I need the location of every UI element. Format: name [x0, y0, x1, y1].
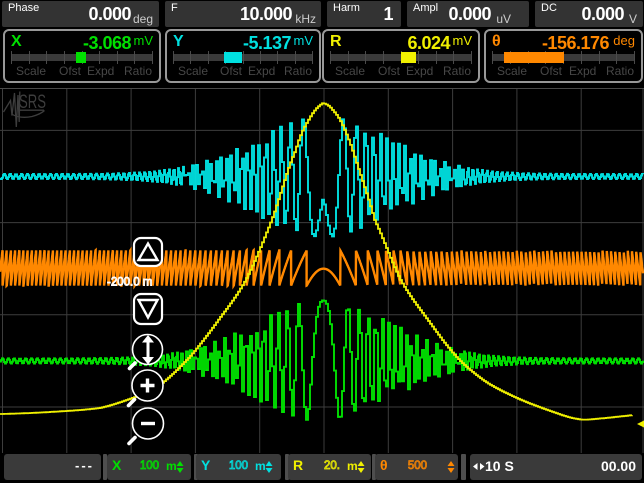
svg-text:SRS: SRS	[19, 92, 46, 113]
svg-text:-200.0 m: -200.0 m	[107, 277, 152, 289]
